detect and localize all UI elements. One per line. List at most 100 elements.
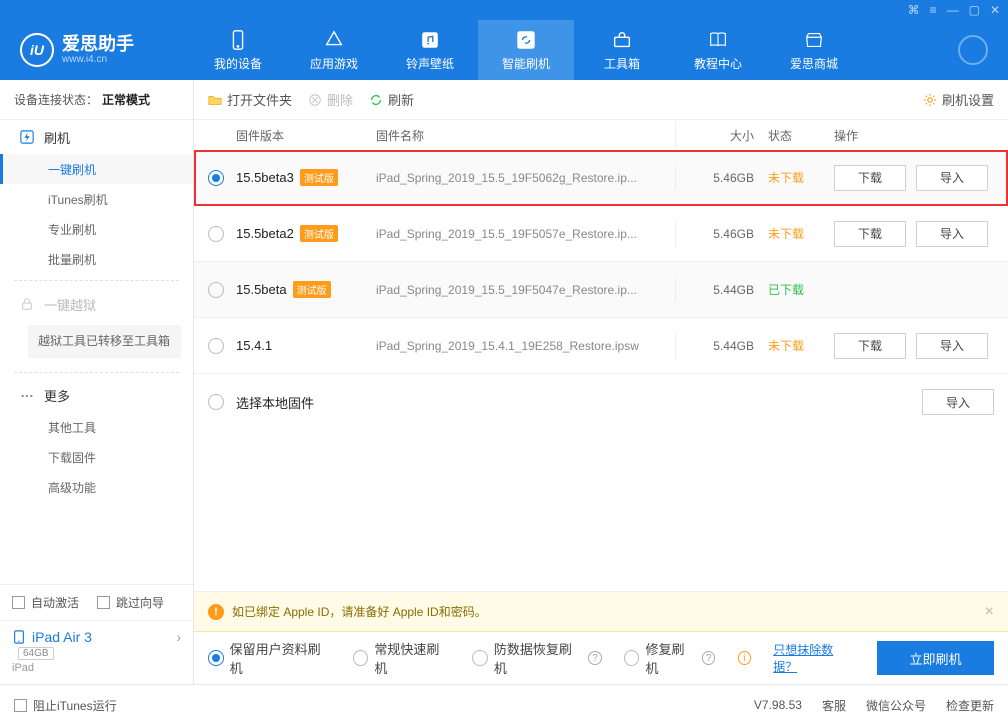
chevron-right-icon: › <box>176 629 181 645</box>
nav: 我的设备 应用游戏 铃声壁纸 智能刷机 工具箱 教程中心 爱思商城 <box>190 20 948 80</box>
book-icon <box>707 29 729 51</box>
import-button[interactable]: 导入 <box>916 165 988 191</box>
phone-icon <box>227 29 249 51</box>
download-button[interactable]: 下载 <box>834 333 906 359</box>
radio-select[interactable] <box>208 226 224 242</box>
nav-flash[interactable]: 智能刷机 <box>478 20 574 80</box>
auto-activate-checkbox[interactable] <box>12 596 25 609</box>
jailbreak-note: 越狱工具已转移至工具箱 <box>28 325 181 358</box>
main: 打开文件夹 删除 刷新 刷机设置 固件版本 固件名称 大小 状态 操作 <box>194 80 1008 684</box>
delete-button: 删除 <box>308 90 353 109</box>
footer: 阻止iTunes运行 V7.98.53 客服 微信公众号 检查更新 <box>0 684 1008 725</box>
device-info[interactable]: iPad Air 3 › 64GB iPad <box>0 620 193 684</box>
firmware-name: iPad_Spring_2019_15.5_19F5057e_Restore.i… <box>376 227 675 241</box>
flash-now-button[interactable]: 立即刷机 <box>877 641 994 675</box>
sidebar-item-batch[interactable]: 批量刷机 <box>0 244 193 274</box>
sidebar-cat-flash[interactable]: 刷机 <box>0 120 193 154</box>
open-folder-button[interactable]: 打开文件夹 <box>208 90 292 109</box>
sidebar-item-download-fw[interactable]: 下载固件 <box>0 443 193 473</box>
logo: iU 爱思助手 www.i4.cn <box>20 33 190 67</box>
refresh-icon <box>369 93 383 107</box>
import-button[interactable]: 导入 <box>916 221 988 247</box>
table-header: 固件版本 固件名称 大小 状态 操作 <box>194 120 1008 150</box>
nav-my-device[interactable]: 我的设备 <box>190 20 286 80</box>
sidebar-item-other-tools[interactable]: 其他工具 <box>0 413 193 443</box>
table-row[interactable]: 15.4.1 iPad_Spring_2019_15.4.1_19E258_Res… <box>194 318 1008 374</box>
flash-settings-button[interactable]: 刷机设置 <box>923 90 994 109</box>
info-icon[interactable]: i <box>738 651 752 665</box>
help-icon[interactable]: ? <box>588 651 602 665</box>
table-row[interactable]: 15.5beta3测试版iPad_Spring_2019_15.5_19F506… <box>194 150 1008 206</box>
delete-icon <box>308 93 322 107</box>
radio-select[interactable] <box>208 338 224 354</box>
help-icon[interactable]: ? <box>702 651 716 665</box>
mode-repair[interactable]: 修复刷机? <box>624 639 716 677</box>
win-close-icon[interactable]: ✕ <box>990 3 1000 17</box>
connection-status: 设备连接状态： 正常模式 <box>0 80 193 120</box>
size-text: 5.46GB <box>684 227 754 241</box>
row-local-firmware[interactable]: 选择本地固件 导入 <box>194 374 1008 430</box>
sidebar-cat-jailbreak: 一键越狱 <box>0 287 193 321</box>
action-row: 保留用户资料刷机 常规快速刷机 防数据恢复刷机? 修复刷机? i 只想抹除数据？… <box>194 632 1008 684</box>
win-max-icon[interactable]: ▢ <box>969 3 980 17</box>
win-menu-icon[interactable]: ⌘ <box>908 3 920 17</box>
firmware-list: 15.5beta3测试版iPad_Spring_2019_15.5_19F506… <box>194 150 1008 374</box>
nav-tutorials[interactable]: 教程中心 <box>670 20 766 80</box>
music-icon <box>419 29 441 51</box>
block-itunes-checkbox[interactable] <box>14 699 27 712</box>
size-text: 5.44GB <box>684 339 754 353</box>
apps-icon <box>323 29 345 51</box>
gear-icon <box>923 93 937 107</box>
sidebar-item-oneclick[interactable]: 一键刷机 <box>0 154 193 184</box>
sidebar-item-itunes[interactable]: iTunes刷机 <box>0 184 193 214</box>
firmware-name: iPad_Spring_2019_15.4.1_19E258_Restore.i… <box>376 339 675 353</box>
import-button[interactable]: 导入 <box>916 333 988 359</box>
win-list-icon[interactable]: ≡ <box>930 3 937 17</box>
version-text: 15.5beta <box>236 282 287 297</box>
sidebar: 设备连接状态： 正常模式 刷机 一键刷机 iTunes刷机 专业刷机 批量刷机 … <box>0 80 194 684</box>
toolbar: 打开文件夹 删除 刷新 刷机设置 <box>194 80 1008 120</box>
download-manager-button[interactable] <box>958 35 988 65</box>
download-button[interactable]: 下载 <box>834 221 906 247</box>
mode-normal[interactable]: 常规快速刷机 <box>353 639 450 677</box>
sidebar-item-pro[interactable]: 专业刷机 <box>0 214 193 244</box>
radio-select[interactable] <box>208 282 224 298</box>
table-row[interactable]: 15.5beta2测试版iPad_Spring_2019_15.5_19F505… <box>194 206 1008 262</box>
wechat-link[interactable]: 微信公众号 <box>866 697 926 714</box>
win-min-icon[interactable]: — <box>947 3 959 17</box>
folder-icon <box>208 93 222 107</box>
sidebar-cat-more[interactable]: 更多 <box>0 379 193 413</box>
nav-store[interactable]: 爱思商城 <box>766 20 862 80</box>
logo-icon: iU <box>20 33 54 67</box>
app-site: www.i4.cn <box>62 54 134 65</box>
nav-toolbox[interactable]: 工具箱 <box>574 20 670 80</box>
table-row[interactable]: 15.5beta测试版iPad_Spring_2019_15.5_19F5047… <box>194 262 1008 318</box>
nav-ringtones[interactable]: 铃声壁纸 <box>382 20 478 80</box>
mode-anti-recovery[interactable]: 防数据恢复刷机? <box>472 639 602 677</box>
erase-link[interactable]: 只想抹除数据？ <box>773 641 855 675</box>
version-text: 15.4.1 <box>236 338 272 353</box>
customer-service-link[interactable]: 客服 <box>822 697 846 714</box>
sidebar-item-advanced[interactable]: 高级功能 <box>0 473 193 503</box>
nav-apps[interactable]: 应用游戏 <box>286 20 382 80</box>
download-button[interactable]: 下载 <box>834 165 906 191</box>
status-text: 未下载 <box>754 337 824 354</box>
store-icon <box>803 29 825 51</box>
apple-id-notice: ! 如已绑定 Apple ID，请准备好 Apple ID和密码。 × <box>194 592 1008 632</box>
status-text: 未下载 <box>754 169 824 186</box>
refresh-button[interactable]: 刷新 <box>369 90 414 109</box>
app-name: 爱思助手 <box>62 35 134 55</box>
mode-keep-data[interactable]: 保留用户资料刷机 <box>208 639 331 677</box>
check-update-link[interactable]: 检查更新 <box>946 697 994 714</box>
close-icon[interactable]: × <box>985 603 994 621</box>
beta-badge: 测试版 <box>300 225 338 242</box>
radio-local[interactable] <box>208 394 224 410</box>
skip-guide-checkbox[interactable] <box>97 596 110 609</box>
toolbox-icon <box>611 29 633 51</box>
import-local-button[interactable]: 导入 <box>922 389 994 415</box>
status-text: 未下载 <box>754 225 824 242</box>
beta-badge: 测试版 <box>300 169 338 186</box>
version-text: 15.5beta3 <box>236 170 294 185</box>
version-label: V7.98.53 <box>754 698 802 712</box>
radio-select[interactable] <box>208 170 224 186</box>
